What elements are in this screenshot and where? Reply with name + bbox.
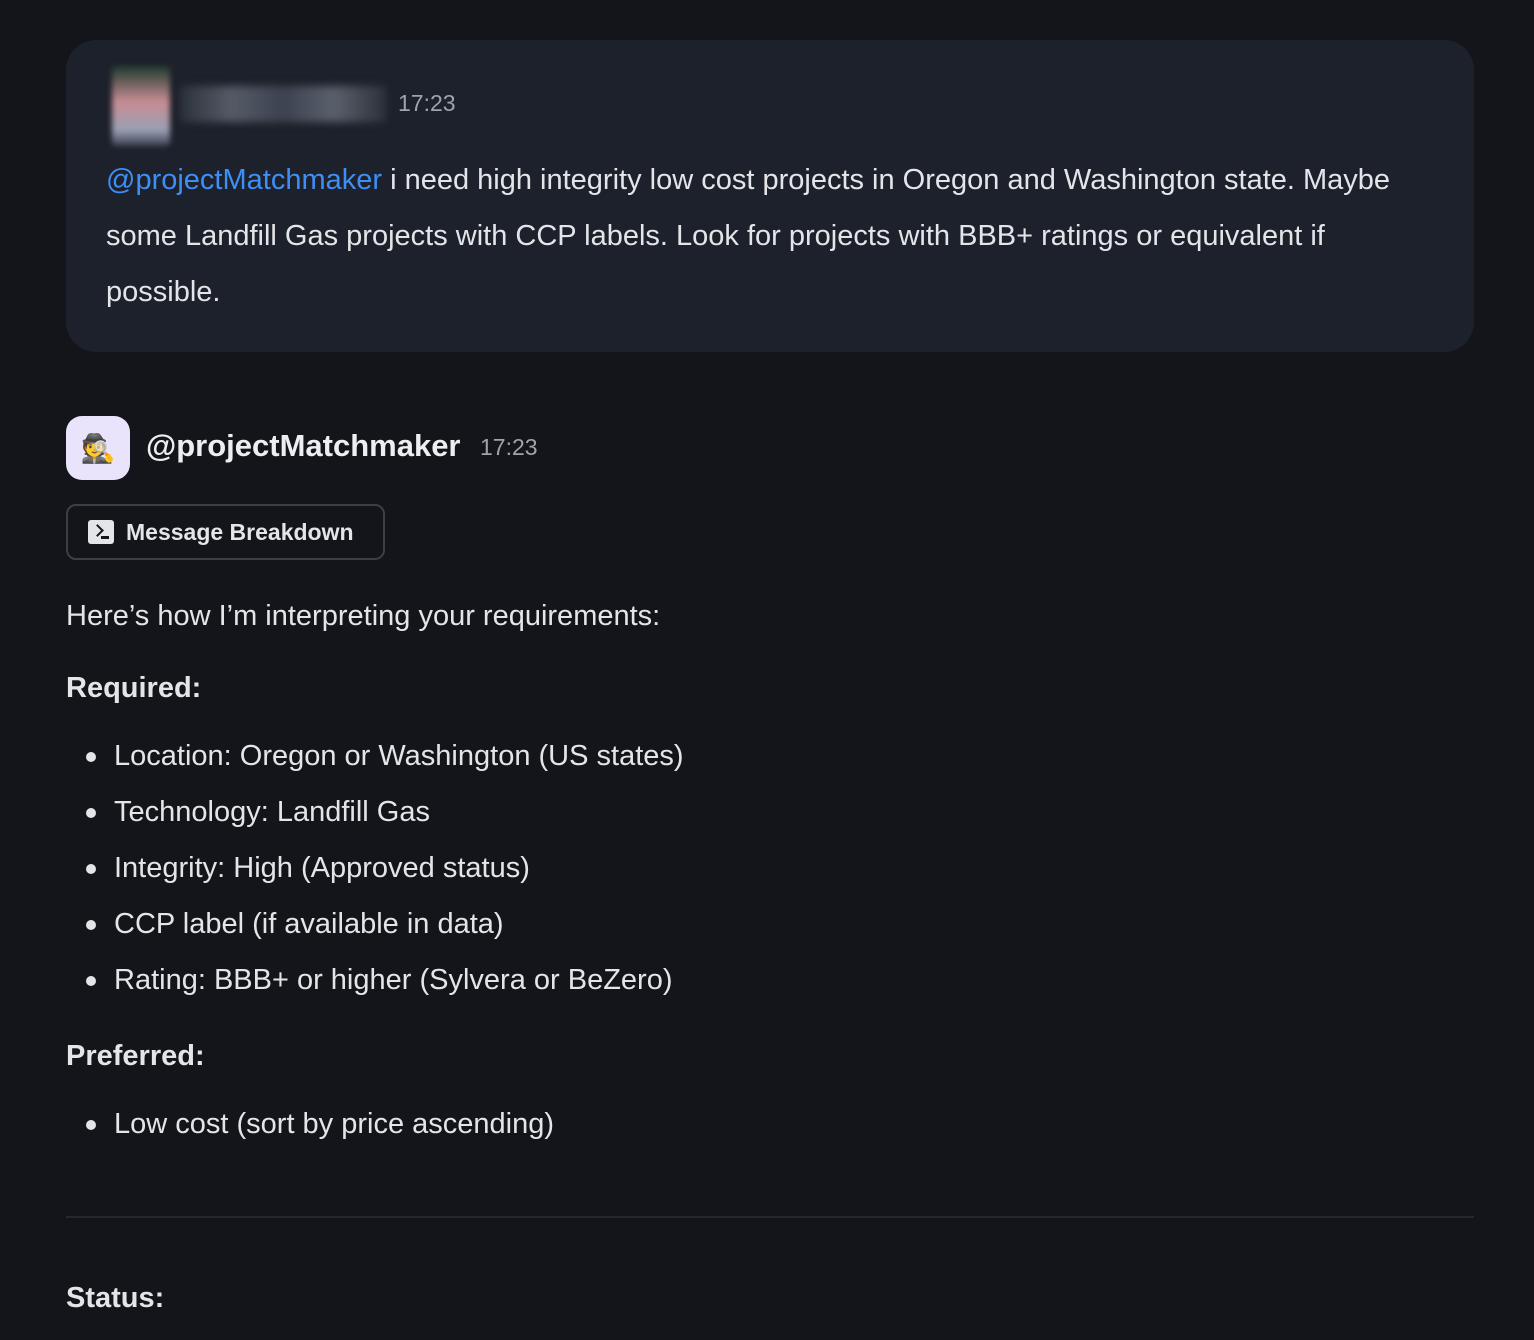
list-item: Rating: BBB+ or higher (Sylvera or BeZer… <box>86 952 684 1008</box>
user-message-time: 17:23 <box>398 90 456 116</box>
terminal-icon <box>88 520 114 544</box>
bot-message-time: 17:23 <box>480 434 538 460</box>
preferred-list: Low cost (sort by price ascending) <box>85 1096 554 1152</box>
user-message-text: @projectMatchmaker i need high integrity… <box>106 152 1446 320</box>
required-heading: Required: <box>66 672 202 704</box>
detective-icon: 🕵️ <box>80 432 116 464</box>
mention-link[interactable]: @projectMatchmaker <box>106 164 382 196</box>
list-item: Low cost (sort by price ascending) <box>85 1096 554 1152</box>
bot-avatar[interactable]: 🕵️ <box>66 416 130 480</box>
list-item: Technology: Landfill Gas <box>86 784 684 840</box>
list-item: CCP label (if available in data) <box>86 896 684 952</box>
status-heading: Status: <box>66 1282 165 1314</box>
list-item: Integrity: High (Approved status) <box>86 840 684 896</box>
list-item: Location: Oregon or Washington (US state… <box>86 728 684 784</box>
chat-thread: 17:23 @projectMatchmaker i need high int… <box>0 0 1534 1340</box>
response-intro: Here’s how I’m interpreting your require… <box>66 600 661 632</box>
user-avatar-blurred[interactable] <box>112 66 170 146</box>
message-breakdown-button[interactable]: Message Breakdown <box>66 504 385 560</box>
preferred-heading: Preferred: <box>66 1040 205 1072</box>
user-name-blurred[interactable] <box>180 86 386 122</box>
divider <box>66 1216 1474 1218</box>
message-breakdown-label: Message Breakdown <box>126 518 354 545</box>
bot-name[interactable]: @projectMatchmaker <box>146 428 461 464</box>
required-list: Location: Oregon or Washington (US state… <box>86 728 684 1008</box>
